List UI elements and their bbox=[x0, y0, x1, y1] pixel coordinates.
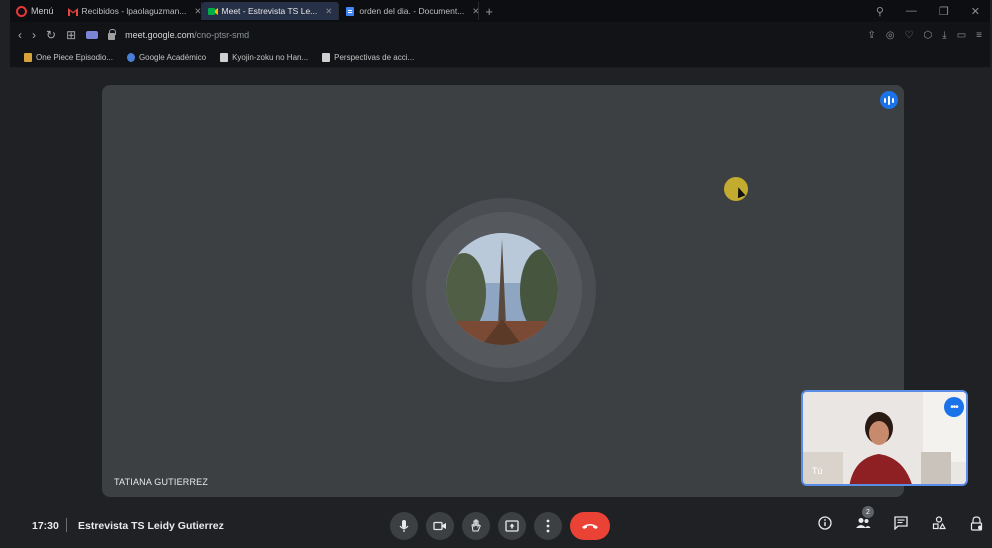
close-window-icon[interactable]: ✕ bbox=[971, 5, 980, 18]
close-tab-icon[interactable]: ✕ bbox=[194, 6, 200, 17]
bookmark-item[interactable]: Kyojin-zoku no Han... bbox=[220, 53, 308, 62]
lock-icon[interactable] bbox=[108, 28, 117, 40]
tab-gmail[interactable]: Recibidos - lpaolaguzman... ✕ bbox=[62, 2, 202, 20]
meeting-details-button[interactable] bbox=[816, 514, 834, 532]
activities-button[interactable] bbox=[930, 514, 948, 532]
participants-count-badge: 2 bbox=[862, 506, 874, 518]
people-icon bbox=[856, 518, 871, 528]
activities-icon bbox=[932, 516, 946, 530]
more-options-button[interactable] bbox=[534, 512, 562, 540]
window-controls: ⚲ — ❐ ✕ bbox=[876, 5, 990, 18]
tab-strip: Menú Recibidos - lpaolaguzman... ✕ Meet … bbox=[10, 0, 990, 22]
lock-person-icon bbox=[970, 515, 983, 531]
extensions-icon[interactable]: ⬡ bbox=[924, 30, 933, 41]
hang-up-icon bbox=[582, 524, 598, 529]
microphone-button[interactable] bbox=[390, 512, 418, 540]
back-icon[interactable]: ‹ bbox=[18, 28, 22, 42]
page-icon bbox=[220, 53, 229, 62]
url-domain: meet.google.com bbox=[125, 30, 195, 40]
host-controls-button[interactable] bbox=[968, 514, 986, 532]
maximize-icon[interactable]: ❐ bbox=[939, 5, 949, 18]
audio-level-icon bbox=[880, 91, 898, 109]
animeflv-icon bbox=[24, 53, 32, 62]
self-view-tile[interactable] bbox=[801, 390, 968, 486]
self-view-label: Tú bbox=[812, 466, 823, 476]
download-icon[interactable]: ⤓ bbox=[942, 30, 946, 41]
present-screen-icon bbox=[505, 520, 519, 532]
info-icon bbox=[818, 516, 832, 530]
address-bar-actions: ⇪ ◎ ♡ ⬡ ⤓ ▭ ≡ bbox=[867, 30, 982, 41]
more-options-icon[interactable]: ••• bbox=[944, 397, 964, 417]
tab-label: Recibidos - lpaolaguzman... bbox=[81, 6, 187, 16]
close-tab-icon[interactable]: ✕ bbox=[325, 6, 332, 17]
raise-hand-icon bbox=[471, 519, 481, 532]
bookmark-label: Kyojin-zoku no Han... bbox=[232, 53, 309, 62]
meeting-tools: 2 bbox=[816, 506, 986, 532]
bookmark-label: Google Académico bbox=[138, 53, 207, 62]
microphone-icon bbox=[399, 520, 409, 532]
divider bbox=[66, 518, 67, 532]
raise-hand-button[interactable] bbox=[462, 512, 490, 540]
share-icon[interactable]: ⇪ bbox=[867, 30, 875, 41]
participants-button[interactable]: 2 bbox=[854, 506, 874, 532]
easy-setup-icon[interactable]: ≡ bbox=[976, 30, 982, 41]
tab-label: Meet - Estrevista TS Le... bbox=[221, 6, 318, 16]
bookmark-item[interactable]: Perspectivas de acci... bbox=[322, 53, 414, 62]
chat-icon bbox=[894, 516, 908, 530]
meeting-clock: 17:30 bbox=[32, 520, 59, 532]
call-controls bbox=[390, 512, 610, 540]
address-bar: ‹ › ↻ ⊞ meet.google.com/cno-ptsr-smd ⇪ ◎… bbox=[10, 22, 990, 48]
search-tabs-icon[interactable]: ⚲ bbox=[876, 5, 884, 18]
battery-icon[interactable]: ▭ bbox=[957, 30, 966, 41]
browser-menu-button[interactable]: Menú bbox=[10, 5, 62, 17]
present-button[interactable] bbox=[498, 512, 526, 540]
scholar-icon bbox=[126, 53, 135, 62]
tab-meet[interactable]: Meet - Estrevista TS Le... ✕ bbox=[201, 2, 340, 20]
url-path: /cno-ptsr-smd bbox=[194, 30, 250, 40]
browser-window: Menú Recibidos - lpaolaguzman... ✕ Meet … bbox=[10, 0, 990, 548]
bookmark-label: Perspectivas de acci... bbox=[334, 53, 415, 62]
chat-button[interactable] bbox=[892, 514, 910, 532]
new-tab-icon[interactable]: + bbox=[479, 4, 499, 19]
camera-button[interactable] bbox=[426, 512, 454, 540]
camera-icon bbox=[433, 521, 446, 531]
participant-name: TATIANA GUTIERREZ bbox=[114, 477, 209, 487]
forward-icon[interactable]: › bbox=[32, 28, 36, 42]
opera-logo-icon bbox=[16, 5, 27, 17]
bookmarks-bar: One Piece Episodio... Google Académico K… bbox=[10, 48, 990, 68]
page-icon bbox=[322, 53, 331, 62]
browser-menu-label: Menú bbox=[31, 6, 54, 16]
meeting-title: Estrevista TS Leidy Gutierrez bbox=[78, 520, 224, 532]
bookmark-item[interactable]: Google Académico bbox=[126, 53, 207, 62]
leave-call-button[interactable] bbox=[570, 512, 610, 540]
speed-dial-icon[interactable]: ⊞ bbox=[66, 28, 76, 42]
heart-icon[interactable]: ♡ bbox=[905, 30, 914, 41]
close-tab-icon[interactable]: ✕ bbox=[472, 6, 478, 17]
url-field[interactable]: meet.google.com/cno-ptsr-smd bbox=[125, 30, 249, 40]
tab-docs[interactable]: orden del dia. - Document... ✕ bbox=[339, 2, 480, 20]
reload-icon[interactable]: ↻ bbox=[46, 28, 56, 42]
bookmark-item[interactable]: One Piece Episodio... bbox=[24, 53, 113, 62]
tab-label: orden del dia. - Document... bbox=[359, 6, 465, 16]
docs-icon bbox=[346, 6, 355, 16]
gmail-icon bbox=[67, 7, 78, 16]
snapshot-icon[interactable]: ◎ bbox=[886, 30, 895, 41]
camera-in-use-icon[interactable] bbox=[86, 31, 99, 39]
minimize-icon[interactable]: — bbox=[906, 5, 917, 18]
participant-avatar bbox=[446, 233, 558, 345]
bookmark-label: One Piece Episodio... bbox=[36, 53, 113, 62]
more-vert-icon bbox=[546, 519, 550, 533]
meet-icon bbox=[207, 7, 218, 15]
